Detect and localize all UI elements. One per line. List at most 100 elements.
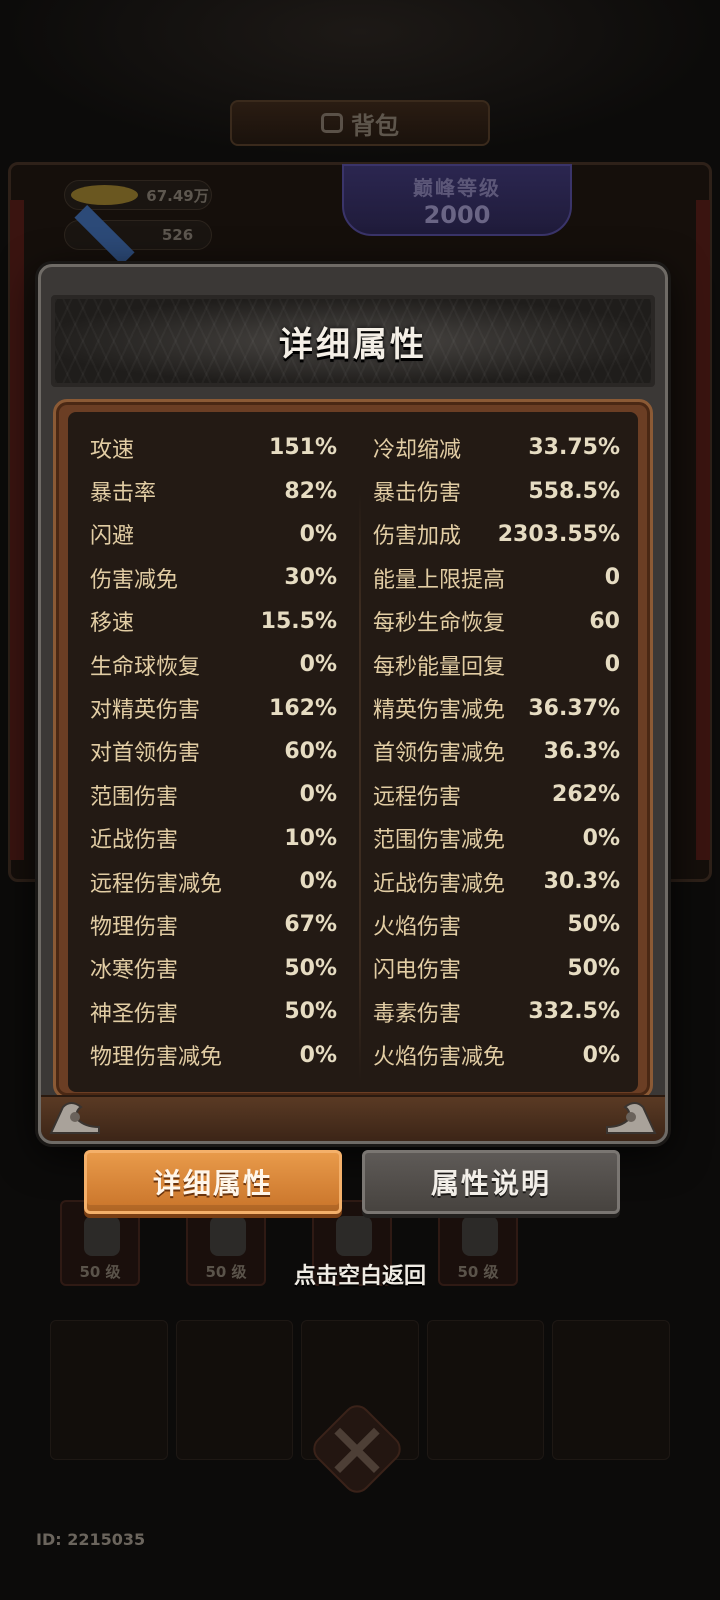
attribute-name: 火焰伤害	[373, 914, 462, 940]
attribute-name: 远程伤害减免	[90, 871, 223, 897]
side-stripe-left	[10, 200, 24, 860]
attribute-value: 0%	[299, 782, 337, 808]
attribute-value: 36.37%	[528, 695, 620, 721]
attribute-value: 50%	[567, 912, 620, 938]
attribute-name: 每秒能量回复	[373, 654, 506, 680]
attribute-name: 冷却缩减	[373, 437, 462, 463]
attribute-name: 首领伤害减免	[373, 741, 506, 767]
attribute-row-right: 近战伤害减免 30.3%	[353, 860, 638, 903]
attribute-name: 每秒生命恢复	[373, 611, 506, 637]
attribute-name: 对精英伤害	[90, 698, 201, 724]
gold-amount: 67.49万	[146, 186, 209, 205]
attribute-value: 36.3%	[543, 738, 620, 764]
peak-level-badge: 巅峰等级 2000	[342, 164, 572, 236]
inventory-cell	[552, 1320, 670, 1460]
attribute-value: 50%	[567, 955, 620, 981]
attribute-row-right: 火焰伤害减免 0%	[353, 1033, 638, 1076]
attribute-row-right: 精英伤害减免 36.37%	[353, 686, 638, 729]
attribute-name: 移速	[90, 611, 135, 637]
attribute-row-right: 能量上限提高 0	[353, 556, 638, 599]
attribute-name: 能量上限提高	[373, 567, 506, 593]
attribute-value: 332.5%	[528, 999, 620, 1025]
attribute-name: 神圣伤害	[90, 1001, 179, 1027]
attribute-row-left: 伤害减免 30%	[68, 556, 353, 599]
attribute-row-right: 冷却缩减 33.75%	[353, 426, 638, 469]
attribute-row-left: 暴击率 82%	[68, 469, 353, 512]
attribute-name: 精英伤害减免	[373, 698, 506, 724]
attribute-value: 0%	[299, 869, 337, 895]
attribute-name: 闪避	[90, 524, 135, 550]
attribute-row-left: 物理伤害 67%	[68, 903, 353, 946]
player-id: ID: 2215035	[36, 1530, 146, 1549]
attribute-name: 暴击伤害	[373, 481, 462, 507]
gem-counter: 526	[64, 204, 212, 266]
tab-detail-attributes[interactable]: 详细属性	[84, 1150, 342, 1214]
attribute-name: 近战伤害减免	[373, 871, 506, 897]
attribute-row-left: 物理伤害减免 0%	[68, 1033, 353, 1076]
attribute-name: 伤害减免	[90, 567, 179, 593]
attribute-value: 10%	[284, 825, 337, 851]
peak-level-label: 巅峰等级	[413, 176, 501, 200]
attribute-row-left: 生命球恢复 0%	[68, 643, 353, 686]
modal-header: 详细属性	[51, 295, 655, 387]
attribute-value: 2303.55%	[497, 521, 620, 547]
glove-icon	[462, 1216, 498, 1256]
attribute-row-left: 冰寒伤害 50%	[68, 947, 353, 990]
attribute-value: 60	[589, 608, 620, 634]
attribute-row-left: 神圣伤害 50%	[68, 990, 353, 1033]
attribute-value: 50%	[284, 955, 337, 981]
attribute-row-right: 远程伤害 262%	[353, 773, 638, 816]
attribute-name: 生命球恢复	[90, 654, 201, 680]
tap-blank-return-hint[interactable]: 点击空白返回	[0, 1258, 720, 1290]
attribute-value: 0%	[299, 652, 337, 678]
bag-title-bar: 背包	[230, 100, 490, 146]
attribute-row-right: 毒素伤害 332.5%	[353, 990, 638, 1033]
attribute-name: 伤害加成	[373, 524, 462, 550]
inventory-cell	[426, 1320, 545, 1460]
attribute-value: 67%	[284, 912, 337, 938]
attribute-value: 162%	[269, 695, 337, 721]
armor-icon	[210, 1216, 246, 1256]
inventory-cell	[175, 1320, 294, 1460]
bag-icon	[321, 113, 343, 133]
attribute-name: 火焰伤害减免	[373, 1045, 506, 1071]
attribute-name: 攻速	[90, 437, 135, 463]
tab-attribute-explanation[interactable]: 属性说明	[362, 1150, 620, 1214]
attribute-value: 0%	[582, 825, 620, 851]
peak-level-value: 2000	[423, 201, 491, 229]
attribute-row-right: 每秒生命恢复 60	[353, 600, 638, 643]
attribute-row-right: 每秒能量回复 0	[353, 643, 638, 686]
gold-coin-icon	[71, 185, 138, 205]
attribute-value: 82%	[284, 478, 337, 504]
attribute-row-right: 火焰伤害 50%	[353, 903, 638, 946]
corner-ornament-icon	[606, 1102, 657, 1134]
attribute-row-left: 攻速 151%	[68, 426, 353, 469]
attribute-value: 30.3%	[543, 869, 620, 895]
attribute-row-right: 首领伤害减免 36.3%	[353, 730, 638, 773]
attribute-value: 0	[604, 652, 620, 678]
attribute-value: 0%	[299, 521, 337, 547]
rabbit-helmet-icon	[84, 1216, 120, 1256]
corner-ornament-icon	[49, 1102, 100, 1134]
attribute-name: 范围伤害	[90, 784, 179, 810]
attribute-row-right: 伤害加成 2303.55%	[353, 513, 638, 556]
potion-icon	[336, 1216, 372, 1256]
gem-amount: 526	[161, 226, 194, 244]
attribute-value: 262%	[552, 782, 620, 808]
side-stripe-right	[696, 200, 710, 860]
attribute-name: 物理伤害减免	[90, 1045, 223, 1071]
attribute-value: 33.75%	[528, 435, 620, 461]
attribute-value: 558.5%	[528, 478, 620, 504]
attribute-board: 攻速 151% 冷却缩减 33.75% 暴击率 82% 暴击伤害 558.5% 闪避 0% 伤害加成…	[53, 399, 653, 1099]
attribute-name: 对首领伤害	[90, 741, 201, 767]
attribute-value: 30%	[284, 565, 337, 591]
attribute-row-left: 闪避 0%	[68, 513, 353, 556]
attribute-row-left: 对精英伤害 162%	[68, 686, 353, 729]
attribute-name: 近战伤害	[90, 828, 179, 854]
attribute-row-left: 远程伤害减免 0%	[68, 860, 353, 903]
attribute-scroll-area[interactable]: 攻速 151% 冷却缩减 33.75% 暴击率 82% 暴击伤害 558.5% 闪避 0% 伤害加成…	[68, 412, 638, 1092]
attribute-name: 暴击率	[90, 481, 157, 507]
attribute-value: 60%	[284, 738, 337, 764]
attribute-row-left: 近战伤害 10%	[68, 817, 353, 860]
attribute-list: 攻速 151% 冷却缩减 33.75% 暴击率 82% 暴击伤害 558.5% 闪避 0% 伤害加成…	[68, 426, 638, 1077]
